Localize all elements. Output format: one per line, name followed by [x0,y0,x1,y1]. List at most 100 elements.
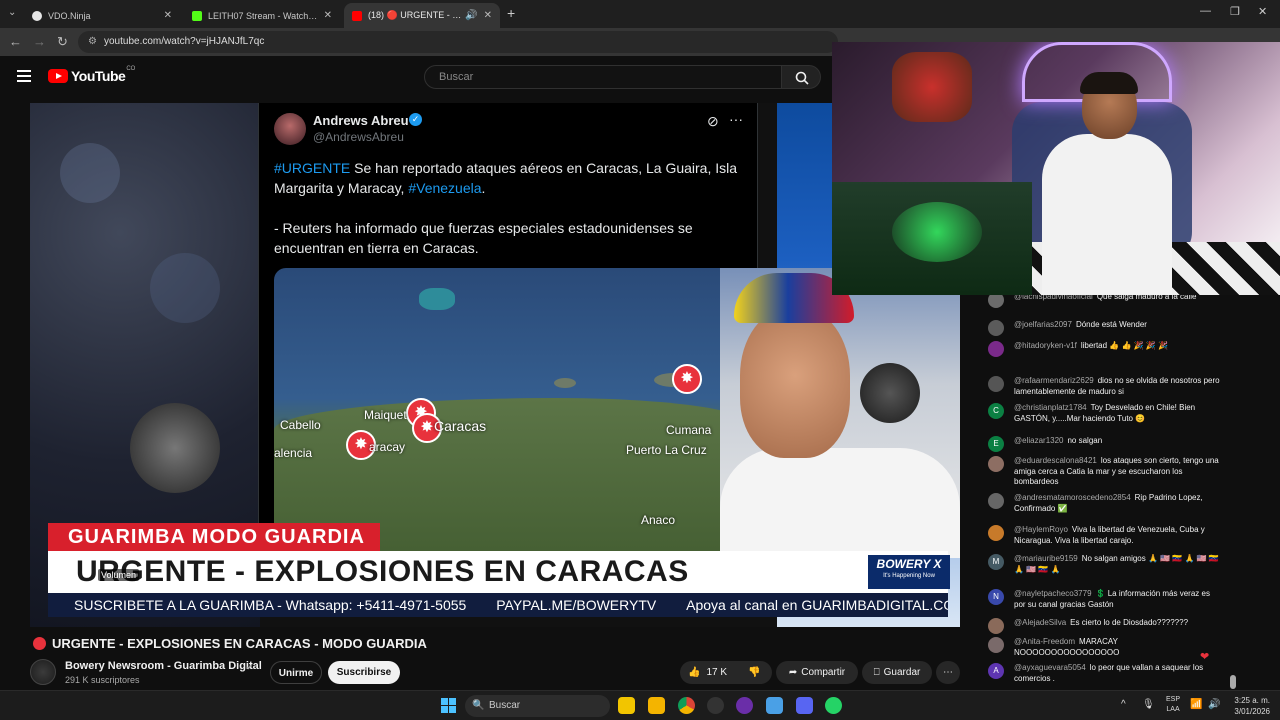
map-label: Anaco [641,513,676,527]
maximize-icon[interactable]: ❐ [1230,5,1240,18]
windows-start-icon[interactable] [441,698,456,713]
discord-icon[interactable] [796,697,813,714]
minimize-icon[interactable]: — [1200,5,1211,17]
share-button[interactable]: ➦ Compartir [776,661,858,684]
webcam-overlay [832,42,1280,295]
chat-author[interactable]: @andresmatamoroscedeno2854 [1014,493,1131,502]
chat-author[interactable]: @Anita-Freedom [1014,637,1075,646]
file-explorer-icon[interactable] [648,697,665,714]
tab-list-chevron-icon[interactable]: ⌄ [8,7,16,18]
chat-avatar: N [988,589,1004,605]
whatsapp-icon[interactable] [825,697,842,714]
chat-author[interactable]: @AlejadeSilva [1014,618,1066,627]
chat-avatar [988,320,1004,336]
map-label: alencia [274,446,313,460]
store-app-icon[interactable] [618,697,635,714]
close-tab-icon[interactable]: ✕ [164,10,172,21]
tab-vdo-ninja[interactable]: VDO.Ninja ✕ [24,3,180,28]
volume-tooltip: Volumen [98,569,140,581]
search-input[interactable]: Buscar [424,65,782,89]
ticker-item: PAYPAL.ME/BOWERYTV [496,597,657,613]
chat-text: no salgan [1067,436,1103,445]
speaker-icon[interactable]: 🔊 [465,10,477,21]
subscribe-button[interactable]: Suscribirse [328,661,400,684]
channel-avatar[interactable] [30,659,56,685]
taskbar-search-label: Buscar [489,700,521,711]
url-field[interactable]: ⚙ youtube.com/watch?v=jHJANJfL7qc [78,31,838,53]
tab-youtube-active[interactable]: (18) 🔴 URGENTE - EXPLOS 🔊 ✕ [344,3,500,28]
lower-third-headline: URGENTE - EXPLOSIONES EN CARACAS [76,555,689,588]
podcast-app-icon[interactable] [736,697,753,714]
video-player[interactable]: Andrews Abreu ✓ @AndrewsAbreu ⊘ ··· #URG… [30,103,960,627]
like-button[interactable]: 👍 17 K 👎 [680,661,772,684]
close-window-icon[interactable]: ✕ [1258,5,1267,18]
chat-message: @andresmatamoroscedeno2854 Rip Padrino Lo… [988,493,1220,514]
youtube-favicon-icon [352,10,362,21]
tweet-map-image: ✸ ✸ ✸ ✸ Maiquet Caracas Cabello aracay a… [274,268,744,558]
site-info-icon[interactable]: ⚙ [88,31,97,53]
person-hair [1080,72,1138,94]
windows-taskbar: 🔍 Buscar ^ 🎙 ESP LAA 📶 🔊 3:25 a. m. 3/01… [0,690,1280,720]
new-tab-icon[interactable]: + [507,5,515,21]
chat-message: C @christianplatz1784 Toy Desvelado en Ch… [988,403,1220,424]
vdo-ninja-favicon-icon [32,10,42,21]
language-indicator[interactable]: ESP LAA [1166,695,1180,715]
lower-third-tag: GUARIMBA MODO GUARDIA [48,523,380,551]
thumbs-down-icon[interactable]: 👎 [748,661,760,684]
chat-author[interactable]: @eduardescalona8421 [1014,456,1097,465]
close-tab-icon[interactable]: ✕ [324,10,332,21]
chat-text: libertad 👍 👍 🎉 🎉 🎉 [1080,341,1168,350]
map-island [419,288,455,310]
system-clock[interactable]: 3:25 a. m. 3/01/2026 [1228,695,1270,717]
host-shirt [720,448,960,558]
live-chat[interactable]: @lachispadivinaoficial Que salga maduro a… [978,290,1240,690]
youtube-logo[interactable]: YouTube CO [48,66,135,84]
close-tab-icon[interactable]: ✕ [484,10,492,21]
reload-icon[interactable]: ↻ [57,35,68,49]
search-button[interactable] [781,65,821,89]
chat-author[interactable]: @hitadoryken-v1f [1014,341,1077,350]
thumbs-up-icon: 👍 [688,667,701,678]
chat-avatar [988,618,1004,634]
chat-author[interactable]: @nayletpacheco3779 [1014,589,1092,598]
microphone-icon[interactable]: 🎙 [1142,699,1155,710]
tab-kick-stream[interactable]: LEITH07 Stream - Watch Live o ✕ [184,3,340,28]
chat-avatar [988,456,1004,472]
chat-avatar [988,341,1004,357]
chat-author[interactable]: @eliazar1320 [1014,436,1063,445]
join-button[interactable]: Unirme [270,661,322,684]
save-button[interactable]: ⎕ Guardar [862,661,932,684]
chat-author[interactable]: @HaylemRoyo [1014,525,1068,534]
chat-scroll-down-button[interactable] [1230,675,1236,689]
chat-author[interactable]: @joelfarias2097 [1014,320,1072,329]
chat-author[interactable]: @mariauribe9159 [1014,554,1078,563]
lower-third-headline-bar: URGENTE - EXPLOSIONES EN CARACAS Volumen… [48,551,950,593]
taskbar-search[interactable]: 🔍 Buscar [465,695,610,717]
forward-arrow-icon[interactable]: → [33,35,46,49]
bokeh-light [60,143,120,203]
heart-reaction-icon: ❤ [1200,651,1210,663]
clock-date: 3/01/2026 [1234,707,1270,716]
chat-avatar: E [988,436,1004,452]
channel-name[interactable]: Bowery Newsroom - Guarimba Digital [65,660,262,672]
volume-icon[interactable]: 🔊 [1208,699,1220,710]
chat-author[interactable]: @rafaarmendariz2629 [1014,376,1094,385]
hamburger-menu-icon[interactable] [17,70,31,82]
chat-message: @HaylemRoyo Viva la libertad de Venezuela… [988,525,1220,546]
obs-icon[interactable] [707,697,724,714]
back-arrow-icon[interactable]: ← [9,35,22,49]
chat-author[interactable]: @christianplatz1784 [1014,403,1087,412]
studio-microphone [130,403,220,493]
wifi-icon[interactable]: 📶 [1190,699,1202,710]
chrome-icon[interactable] [678,697,695,714]
brand-tagline: It's Happening Now [883,573,935,579]
tray-chevron-icon[interactable]: ^ [1121,699,1126,710]
chat-author[interactable]: @ayxaguevara5054 [1014,663,1086,672]
bokeh-light [150,253,220,323]
chat-message: E @eliazar1320 no salgan [988,436,1220,452]
share-arrow-icon: ➦ [788,667,798,678]
tweet-text-end: . [481,180,486,196]
chat-text: Es cierto lo de Diosdado??????? [1070,618,1189,627]
more-actions-icon[interactable]: ⋯ [936,661,960,684]
notepad-icon[interactable] [766,697,783,714]
